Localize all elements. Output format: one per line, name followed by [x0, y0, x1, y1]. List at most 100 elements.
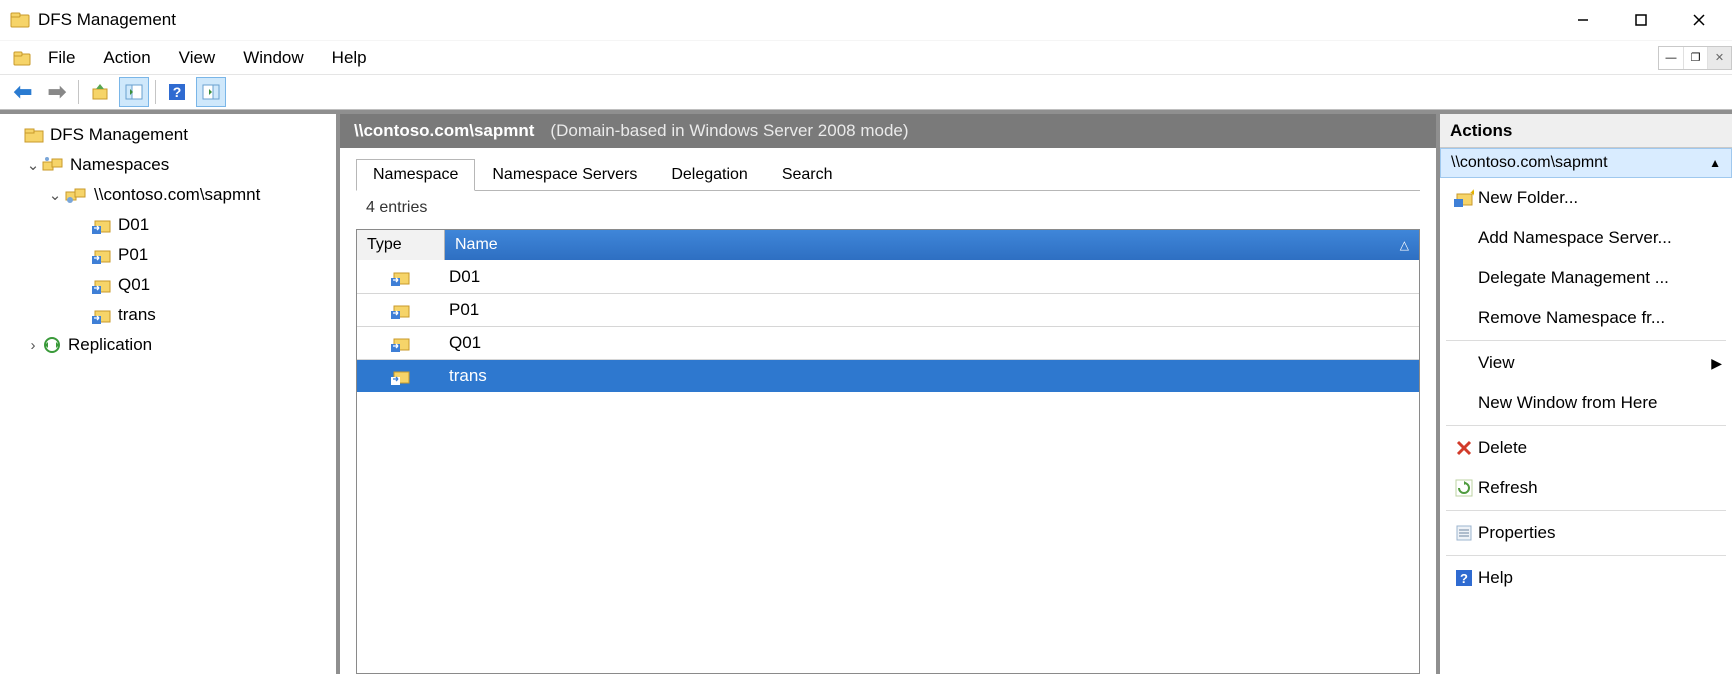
- title-bar: DFS Management: [0, 0, 1732, 40]
- menu-bar: File Action View Window Help — ❐ ✕: [0, 40, 1732, 74]
- tree-node-namespace-path[interactable]: ⌄ \\contoso.com\sapmnt: [0, 180, 336, 210]
- tree-label: P01: [118, 245, 148, 265]
- help-icon: ?: [1450, 569, 1478, 587]
- collapse-section-icon[interactable]: ▲: [1709, 156, 1721, 170]
- grid-header: Type Name △: [357, 230, 1419, 260]
- grid-cell-name: P01: [445, 300, 1419, 320]
- tree-node-folder[interactable]: Q01: [0, 270, 336, 300]
- tree-node-folder[interactable]: P01: [0, 240, 336, 270]
- tab-namespace-servers[interactable]: Namespace Servers: [475, 159, 654, 191]
- action-delegate-management[interactable]: Delegate Management ...: [1440, 258, 1732, 298]
- dfs-folder-icon: [391, 301, 411, 319]
- grid-cell-type: [357, 301, 445, 319]
- close-button[interactable]: [1670, 2, 1728, 38]
- menu-file[interactable]: File: [34, 44, 89, 72]
- actions-title: Actions: [1440, 114, 1732, 148]
- action-label: Delegate Management ...: [1478, 268, 1732, 288]
- grid-cell-name: D01: [445, 267, 1419, 287]
- namespace-icon: [64, 186, 88, 204]
- dfs-folder-icon: [92, 216, 112, 234]
- action-refresh[interactable]: Refresh: [1440, 468, 1732, 508]
- grid-row[interactable]: Q01: [357, 326, 1419, 359]
- arrow-left-icon: ⬅: [14, 79, 32, 105]
- expanded-twisty-icon[interactable]: ⌄: [24, 156, 42, 174]
- tab-search[interactable]: Search: [765, 159, 850, 191]
- menu-window[interactable]: Window: [229, 44, 317, 72]
- action-separator: [1446, 555, 1726, 556]
- mdi-close-button[interactable]: ✕: [1707, 47, 1731, 69]
- toolbar-separator: [78, 80, 79, 104]
- grid-cell-type: [357, 367, 445, 385]
- window-controls: [1554, 2, 1728, 38]
- action-label: Remove Namespace fr...: [1478, 308, 1732, 328]
- menu-view[interactable]: View: [165, 44, 230, 72]
- show-hide-tree-button[interactable]: [119, 77, 149, 107]
- action-help[interactable]: ? Help: [1440, 558, 1732, 598]
- svg-text:?: ?: [173, 84, 182, 100]
- column-name-label: Name: [455, 236, 498, 254]
- action-label: Help: [1478, 568, 1732, 588]
- toolbar-separator: [155, 80, 156, 104]
- entries-count: 4 entries: [356, 191, 1420, 225]
- tab-delegation[interactable]: Delegation: [654, 159, 765, 191]
- dfs-folder-icon: [391, 268, 411, 286]
- folder-icon: [24, 126, 44, 144]
- mmc-icon: [10, 49, 34, 67]
- dfs-folder-icon: [391, 334, 411, 352]
- action-add-namespace-server[interactable]: Add Namespace Server...: [1440, 218, 1732, 258]
- actions-section-label: \\contoso.com\sapmnt: [1451, 154, 1608, 172]
- action-label: Add Namespace Server...: [1478, 228, 1732, 248]
- action-new-folder[interactable]: ✦ New Folder...: [1440, 178, 1732, 218]
- action-new-window[interactable]: New Window from Here: [1440, 383, 1732, 423]
- maximize-button[interactable]: [1612, 2, 1670, 38]
- menu-action[interactable]: Action: [89, 44, 164, 72]
- mdi-minimize-button[interactable]: —: [1659, 47, 1683, 69]
- tree-node-root[interactable]: DFS Management: [0, 120, 336, 150]
- help-button[interactable]: ?: [162, 77, 192, 107]
- grid-row[interactable]: D01: [357, 260, 1419, 293]
- arrow-right-icon: ➡: [48, 79, 66, 105]
- tree-label: trans: [118, 305, 156, 325]
- actions-section-header[interactable]: \\contoso.com\sapmnt ▲: [1440, 148, 1732, 178]
- dfs-folder-icon: [92, 306, 112, 324]
- column-type[interactable]: Type: [357, 230, 445, 260]
- action-remove-namespace[interactable]: Remove Namespace fr...: [1440, 298, 1732, 338]
- up-button[interactable]: [85, 77, 115, 107]
- collapsed-twisty-icon[interactable]: ›: [24, 337, 42, 354]
- tree-node-folder[interactable]: D01: [0, 210, 336, 240]
- action-delete[interactable]: Delete: [1440, 428, 1732, 468]
- back-button[interactable]: ⬅: [8, 77, 38, 107]
- expanded-twisty-icon[interactable]: ⌄: [46, 186, 64, 204]
- action-view[interactable]: View ▶: [1440, 343, 1732, 383]
- tree-node-replication[interactable]: › Replication: [0, 330, 336, 360]
- dfs-folder-icon: [92, 276, 112, 294]
- tab-namespace[interactable]: Namespace: [356, 159, 475, 191]
- mdi-controls: — ❐ ✕: [1658, 46, 1732, 70]
- minimize-button[interactable]: [1554, 2, 1612, 38]
- grid-row[interactable]: trans: [357, 359, 1419, 392]
- main-area: DFS Management ⌄ Namespaces ⌄ \\contoso.…: [0, 110, 1732, 674]
- actions-pane: Actions \\contoso.com\sapmnt ▲ ✦ New Fol…: [1440, 110, 1732, 674]
- forward-button[interactable]: ➡: [42, 77, 72, 107]
- column-name[interactable]: Name △: [445, 230, 1419, 260]
- tree-label: Namespaces: [70, 155, 169, 175]
- dfs-folder-icon: [391, 367, 411, 385]
- show-hide-action-pane-button[interactable]: [196, 77, 226, 107]
- action-properties[interactable]: Properties: [1440, 513, 1732, 553]
- folder-grid: Type Name △ D01 P01 Q01trans: [356, 229, 1420, 674]
- svg-text:?: ?: [1460, 571, 1468, 586]
- tree-node-folder[interactable]: trans: [0, 300, 336, 330]
- center-pane: \\contoso.com\sapmnt (Domain-based in Wi…: [340, 110, 1440, 674]
- mdi-restore-button[interactable]: ❐: [1683, 47, 1707, 69]
- grid-row[interactable]: P01: [357, 293, 1419, 326]
- tree-node-namespaces[interactable]: ⌄ Namespaces: [0, 150, 336, 180]
- tab-strip: Namespace Namespace Servers Delegation S…: [356, 158, 1420, 191]
- tree-label: Replication: [68, 335, 152, 355]
- properties-icon: [1450, 524, 1478, 542]
- tree-label: D01: [118, 215, 149, 235]
- action-label: View: [1478, 353, 1711, 373]
- menu-help[interactable]: Help: [318, 44, 381, 72]
- app-icon: [10, 10, 30, 30]
- submenu-arrow-icon: ▶: [1711, 355, 1722, 372]
- refresh-icon: [1450, 479, 1478, 497]
